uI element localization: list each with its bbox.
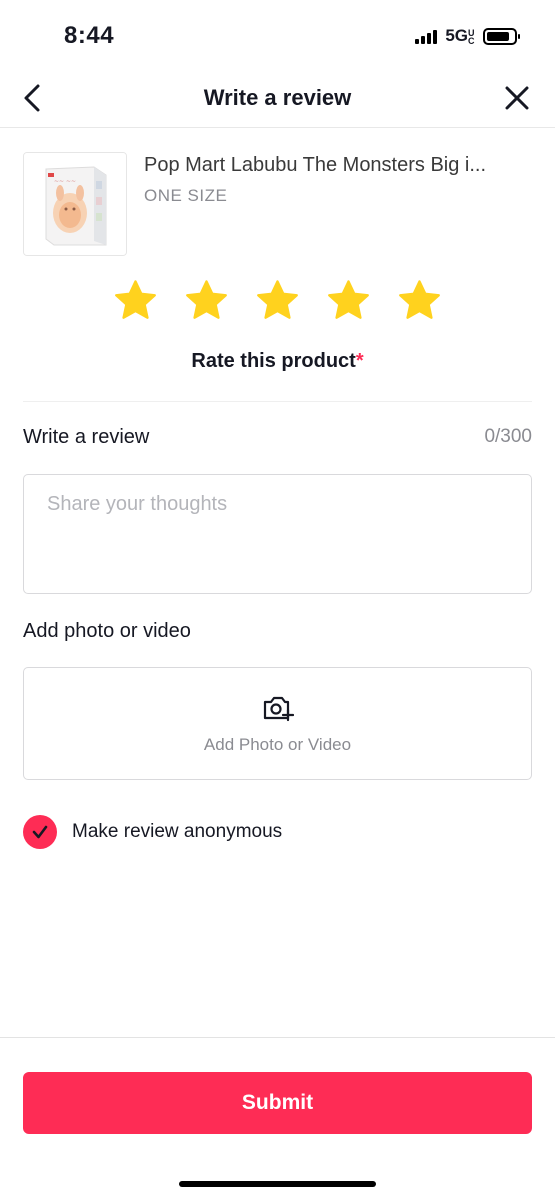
star-rating [0,278,555,323]
network-type: 5G [445,26,468,45]
rate-label: Rate this product* [0,350,555,373]
anonymous-toggle[interactable]: Make review anonymous [23,814,282,850]
product-name: Pop Mart Labubu The Monsters Big i... [144,154,487,176]
page-title: Write a review [203,85,352,110]
rate-label-text: Rate this product [191,350,356,372]
home-indicator [179,1181,376,1187]
star-icon[interactable] [255,278,300,323]
status-bar: 8:44 5GUC [0,0,555,70]
status-time: 8:44 [64,22,115,49]
media-label: Add photo or video [23,620,191,642]
product-box-image: ~~ ~~ [24,153,126,255]
checkmark-icon [32,825,48,839]
footer-divider [0,1037,555,1038]
star-icon[interactable] [113,278,158,323]
review-label: Write a review [23,426,150,448]
anonymous-label: Make review anonymous [72,821,283,842]
star-icon[interactable] [397,278,442,323]
anonymous-checkbox[interactable] [23,815,57,849]
close-button[interactable] [503,83,531,113]
battery-icon [483,27,520,45]
char-count: 0/300 [484,426,532,447]
network-label: 5GUC [445,26,475,46]
svg-text:~~ ~~: ~~ ~~ [54,178,76,185]
review-textarea[interactable] [23,474,532,594]
add-media-label: Add Photo or Video [203,735,352,754]
product-summary: ~~ ~~ Pop Mart Labubu The Monsters Big i… [23,152,533,256]
star-icon[interactable] [326,278,371,323]
star-icon[interactable] [184,278,229,323]
camera-add-icon [263,696,294,722]
status-indicators: 5GUC [415,26,520,46]
signal-icon [415,28,438,44]
product-thumbnail: ~~ ~~ [23,152,127,256]
header: Write a review [0,70,555,128]
close-icon [505,86,529,110]
submit-button[interactable]: Submit [23,1072,532,1134]
network-suffix: UC [468,27,475,46]
divider [23,401,532,402]
required-marker: * [355,350,364,372]
product-variant: ONE SIZE [144,186,228,205]
add-media-button[interactable]: Add Photo or Video [23,667,532,780]
